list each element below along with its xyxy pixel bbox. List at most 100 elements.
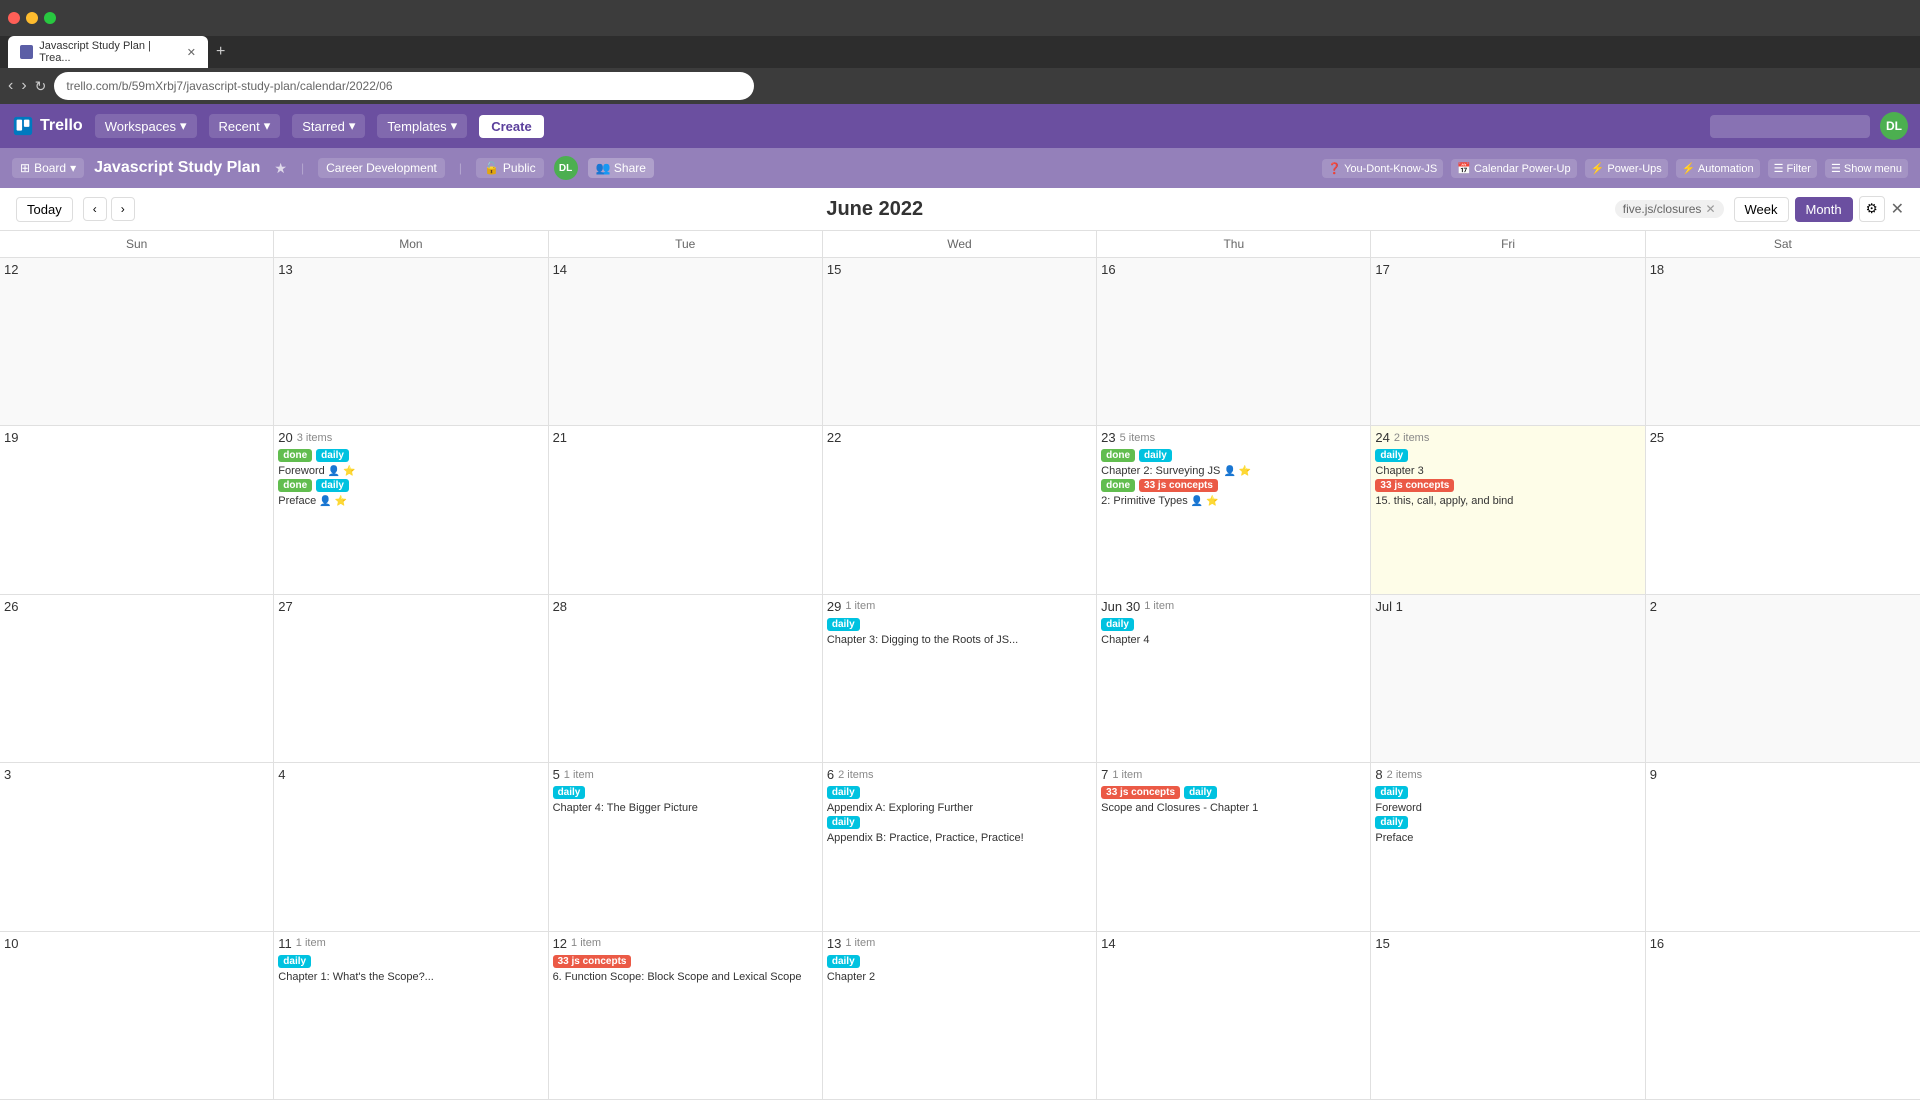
day-header-sun: Sun	[0, 231, 274, 257]
day-cell-14[interactable]: 14	[1097, 932, 1371, 1099]
power-ups-button[interactable]: ⚡ Power-Ups	[1585, 159, 1668, 178]
month-view-button[interactable]: Month	[1795, 197, 1853, 222]
day-cell-13[interactable]: 13 1 item daily Chapter 2	[823, 932, 1097, 1099]
day-cell-29[interactable]: 29 1 item daily Chapter 3: Digging to th…	[823, 595, 1097, 762]
day-cell-4[interactable]: 4	[274, 763, 548, 930]
card-appendix-a[interactable]: daily Appendix A: Exploring Further	[827, 786, 1092, 814]
trello-logo[interactable]: Trello	[12, 115, 83, 137]
new-tab-button[interactable]: +	[216, 43, 225, 61]
active-tab[interactable]: Javascript Study Plan | Trea... ✕	[8, 36, 208, 68]
you-dont-know-js-button[interactable]: ❓ You-Dont-Know-JS	[1322, 159, 1444, 178]
trello-navbar: Trello Workspaces ▾ Recent ▾ Starred ▾ T…	[0, 104, 1920, 148]
day-cell-28[interactable]: 28	[549, 595, 823, 762]
day-number: 12	[4, 262, 269, 277]
day-number: 14	[553, 262, 818, 277]
day-cell-25[interactable]: 25	[1646, 426, 1920, 593]
day-cell-6[interactable]: 6 2 items daily Appendix A: Exploring Fu…	[823, 763, 1097, 930]
day-cell-7[interactable]: 7 1 item 33 js concepts daily Scope and …	[1097, 763, 1371, 930]
visibility-button[interactable]: 🔓 Public	[476, 158, 544, 178]
calendar-settings-button[interactable]: ⚙	[1859, 196, 1885, 222]
day-cell-24[interactable]: 24 2 items daily Chapter 3 33 js concept…	[1371, 426, 1645, 593]
day-headers: Sun Mon Tue Wed Thu Fri Sat	[0, 231, 1920, 258]
card-scope-closures[interactable]: 33 js concepts daily Scope and Closures …	[1101, 786, 1366, 814]
day-cell-17-prev[interactable]: 17	[1371, 258, 1645, 425]
day-cell-15-prev[interactable]: 15	[823, 258, 1097, 425]
day-number: 17	[1375, 262, 1640, 277]
board-view-button[interactable]: ⊞ Board ▾	[12, 158, 84, 178]
card-chapter3-24[interactable]: daily Chapter 3	[1375, 449, 1640, 477]
back-button[interactable]: ‹	[8, 77, 13, 95]
card-chapter2-13[interactable]: daily Chapter 2	[827, 955, 1092, 983]
day-cell-20[interactable]: 20 3 items done daily Foreword 👤 ⭐ done …	[274, 426, 548, 593]
card-function-scope[interactable]: 33 js concepts 6. Function Scope: Block …	[553, 955, 818, 983]
card-chapter1-whats-scope[interactable]: daily Chapter 1: What's the Scope?...	[278, 955, 543, 983]
address-bar[interactable]: trello.com/b/59mXrbj7/javascript-study-p…	[54, 72, 754, 100]
day-cell-3[interactable]: 3	[0, 763, 274, 930]
filter-button[interactable]: ☰ Filter	[1768, 159, 1817, 178]
forward-button[interactable]: ›	[21, 77, 26, 95]
day-cell-21[interactable]: 21	[549, 426, 823, 593]
card-appendix-b[interactable]: daily Appendix B: Practice, Practice, Pr…	[827, 816, 1092, 844]
day-cell-jul1[interactable]: Jul 1	[1371, 595, 1645, 762]
week-view-button[interactable]: Week	[1734, 197, 1789, 222]
templates-button[interactable]: Templates ▾	[377, 114, 467, 138]
day-cell-12-prev[interactable]: 12	[0, 258, 274, 425]
weeks-container: 12 13 14 15 16 17 18 19 20 3 items done …	[0, 258, 1920, 1100]
board-star-icon[interactable]: ★	[274, 160, 287, 177]
tab-close-button[interactable]: ✕	[187, 46, 196, 59]
day-cell-22[interactable]: 22	[823, 426, 1097, 593]
card-foreword[interactable]: done daily Foreword 👤 ⭐	[278, 449, 543, 477]
automation-button[interactable]: ⚡ Automation	[1676, 159, 1760, 178]
card-chapter3-digging[interactable]: daily Chapter 3: Digging to the Roots of…	[827, 618, 1092, 646]
card-preface-8[interactable]: daily Preface	[1375, 816, 1640, 844]
today-button[interactable]: Today	[16, 197, 73, 222]
day-cell-19[interactable]: 19	[0, 426, 274, 593]
day-cell-14-prev[interactable]: 14	[549, 258, 823, 425]
day-cell-5[interactable]: 5 1 item daily Chapter 4: The Bigger Pic…	[549, 763, 823, 930]
card-chapter4-bigger[interactable]: daily Chapter 4: The Bigger Picture	[553, 786, 818, 814]
day-cell-18-prev[interactable]: 18	[1646, 258, 1920, 425]
day-header-sat: Sat	[1646, 231, 1920, 257]
show-menu-button[interactable]: ☰ Show menu	[1825, 159, 1908, 178]
calendar-power-up-button[interactable]: 📅 Calendar Power-Up	[1451, 159, 1576, 178]
next-month-button[interactable]: ›	[111, 197, 135, 221]
reload-button[interactable]: ↻	[35, 78, 47, 95]
day-cell-9[interactable]: 9	[1646, 763, 1920, 930]
recent-button[interactable]: Recent ▾	[209, 114, 281, 138]
day-cell-26[interactable]: 26	[0, 595, 274, 762]
day-header-tue: Tue	[549, 231, 823, 257]
week-row-2: 19 20 3 items done daily Foreword 👤 ⭐ do…	[0, 426, 1920, 594]
day-cell-jun30[interactable]: Jun 30 1 item daily Chapter 4	[1097, 595, 1371, 762]
browser-chrome	[0, 0, 1920, 36]
calendar-close-button[interactable]: ✕	[1891, 199, 1904, 219]
day-cell-8[interactable]: 8 2 items daily Foreword daily Preface	[1371, 763, 1645, 930]
day-cell-23[interactable]: 23 5 items done daily Chapter 2: Surveyi…	[1097, 426, 1371, 593]
card-chapter4-jun30[interactable]: daily Chapter 4	[1101, 618, 1366, 646]
day-cell-16[interactable]: 16	[1646, 932, 1920, 1099]
day-cell-27[interactable]: 27	[274, 595, 548, 762]
day-cell-jul2[interactable]: 2	[1646, 595, 1920, 762]
card-this-call-apply[interactable]: 33 js concepts 15. this, call, apply, an…	[1375, 479, 1640, 507]
filter-remove-button[interactable]: ✕	[1705, 202, 1715, 216]
workspaces-button[interactable]: Workspaces ▾	[95, 114, 197, 138]
day-cell-10[interactable]: 10	[0, 932, 274, 1099]
card-primitive-types[interactable]: done 33 js concepts 2: Primitive Types 👤…	[1101, 479, 1366, 507]
day-cell-13-prev[interactable]: 13	[274, 258, 548, 425]
prev-month-button[interactable]: ‹	[83, 197, 107, 221]
day-cell-16-prev[interactable]: 16	[1097, 258, 1371, 425]
share-button[interactable]: 👥 Share	[588, 158, 654, 178]
card-foreword-8[interactable]: daily Foreword	[1375, 786, 1640, 814]
trello-logo-text: Trello	[40, 117, 83, 135]
career-dev-button[interactable]: Career Development	[318, 158, 445, 178]
day-cell-12[interactable]: 12 1 item 33 js concepts 6. Function Sco…	[549, 932, 823, 1099]
search-input[interactable]	[1710, 115, 1870, 138]
day-cell-11[interactable]: 11 1 item daily Chapter 1: What's the Sc…	[274, 932, 548, 1099]
view-buttons: Week Month ⚙ ✕	[1734, 196, 1905, 222]
create-button[interactable]: Create	[479, 115, 543, 138]
card-chapter2-surveying[interactable]: done daily Chapter 2: Surveying JS 👤 ⭐	[1101, 449, 1366, 477]
user-avatar[interactable]: DL	[1880, 112, 1908, 140]
day-cell-15[interactable]: 15	[1371, 932, 1645, 1099]
starred-button[interactable]: Starred ▾	[292, 114, 365, 138]
card-preface-20[interactable]: done daily Preface 👤 ⭐	[278, 479, 543, 507]
calendar-header: Today ‹ › June 2022 five.js/closures ✕ W…	[0, 188, 1920, 231]
